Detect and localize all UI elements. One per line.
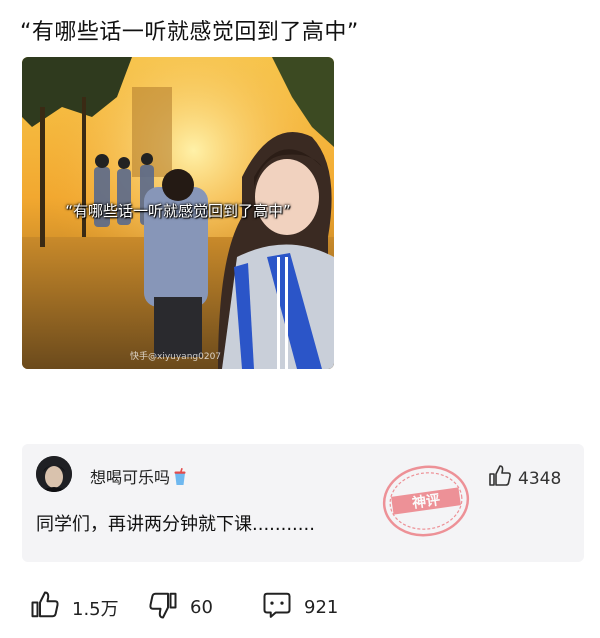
image-watermark: 快手@xiyuyang0207 bbox=[130, 352, 222, 362]
post-action-bar: 1.5万 60 921 bbox=[30, 590, 360, 626]
image-caption: “有哪些话一听就感觉回到了高中” bbox=[65, 202, 291, 220]
comment-count: 921 bbox=[304, 597, 339, 618]
comment-bubble-icon bbox=[262, 590, 292, 625]
dislike-button[interactable]: 60 bbox=[148, 590, 213, 625]
god-comment-stamp: 神评 bbox=[380, 462, 472, 544]
post-title: “有哪些话一听就感觉回到了高中” bbox=[20, 20, 359, 45]
comment-like-count: 4348 bbox=[518, 468, 562, 489]
hot-comment-card[interactable]: 想喝可乐吗 神评 4348 同学们，再讲两分钟就下课........... bbox=[22, 444, 584, 562]
comment-text: 同学们，再讲两分钟就下课........... bbox=[36, 514, 315, 535]
comment-button[interactable]: 921 bbox=[262, 590, 338, 625]
comment-like-button[interactable]: 4348 bbox=[488, 464, 561, 493]
cola-cup-icon bbox=[173, 467, 187, 490]
post-image[interactable]: “有哪些话一听就感觉回到了高中” 快手@xiyuyang0207 bbox=[22, 57, 334, 369]
like-count: 1.5万 bbox=[72, 598, 119, 620]
thumbs-up-icon bbox=[30, 590, 60, 625]
comment-username[interactable]: 想喝可乐吗 bbox=[90, 464, 187, 490]
like-button[interactable]: 1.5万 bbox=[30, 590, 119, 625]
username-text[interactable]: 想喝可乐吗 bbox=[90, 468, 170, 487]
thumbs-down-icon bbox=[148, 590, 178, 625]
dislike-count: 60 bbox=[190, 597, 213, 618]
thumbs-up-icon bbox=[488, 464, 512, 493]
avatar[interactable] bbox=[36, 456, 72, 492]
